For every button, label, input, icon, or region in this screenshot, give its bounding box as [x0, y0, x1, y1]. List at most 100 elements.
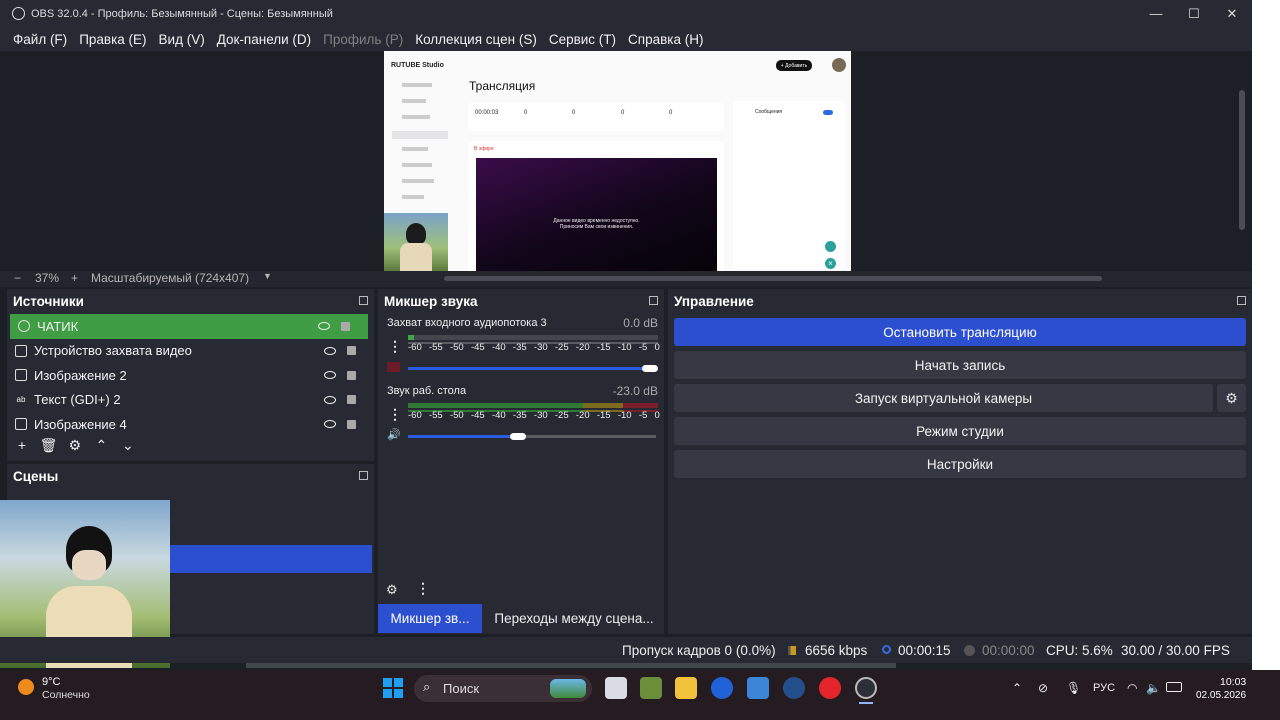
source-item-video-capture[interactable]: Устройство захвата видео [7, 339, 374, 364]
lock-icon[interactable] [347, 419, 356, 429]
source-label: Изображение 2 [34, 367, 127, 383]
battery-icon[interactable] [1166, 682, 1182, 692]
channel-db: -23.0 dB [612, 384, 658, 398]
menu-view[interactable]: Вид (V) [153, 32, 211, 47]
chevron-up-icon[interactable]: ⌃ [1012, 681, 1022, 695]
visibility-eye-icon[interactable] [324, 395, 336, 404]
clock-date[interactable]: 02.05.2026 [1196, 690, 1246, 701]
virtual-camera-button[interactable]: Запуск виртуальной камеры [674, 384, 1213, 412]
undock-icon[interactable] [359, 296, 368, 305]
zoom-app-icon[interactable] [711, 677, 733, 699]
weather-temp[interactable]: 9°C [42, 676, 60, 688]
minimize-button[interactable]: — [1137, 0, 1175, 27]
preview-vertical-scrollbar[interactable] [1239, 90, 1245, 230]
search-icon: ⌕ [423, 679, 431, 694]
lock-icon[interactable] [347, 395, 356, 405]
undock-icon[interactable] [649, 296, 658, 305]
scene-item-selected[interactable] [170, 545, 372, 573]
horizontal-scrollbar[interactable] [246, 663, 896, 668]
menu-file[interactable]: Файл (F) [7, 32, 73, 47]
speaker-icon[interactable]: 🔊 [387, 428, 401, 441]
undock-icon[interactable] [1237, 296, 1246, 305]
tab-scene-transitions[interactable]: Переходы между сцена... [486, 604, 662, 633]
source-label: ЧАТИК [37, 318, 79, 334]
image-icon [15, 369, 27, 382]
avatar-overlay-image [384, 213, 448, 271]
fps: 30.00 / 30.00 FPS [1121, 643, 1230, 658]
move-down-icon[interactable]: ⌄ [117, 436, 139, 456]
zoom-in-button[interactable]: + [71, 271, 78, 285]
source-item-image-4[interactable]: Изображение 4 [7, 412, 374, 437]
input-language[interactable]: РУС [1093, 682, 1115, 694]
volume-fader-handle[interactable] [510, 433, 526, 440]
source-item-image-2[interactable]: Изображение 2 [7, 363, 374, 388]
record-time: 00:00:00 [982, 643, 1035, 658]
start-recording-button[interactable]: Начать запись [674, 351, 1246, 379]
volume-fader[interactable] [408, 367, 656, 370]
menu-profile[interactable]: Профиль (P) [317, 32, 409, 47]
kebab-menu-icon[interactable]: ⋮ [416, 580, 430, 597]
chevron-down-icon[interactable]: ▼ [263, 271, 272, 281]
cpu-usage: CPU: 5.6% [1046, 643, 1113, 658]
volume-fader[interactable] [408, 435, 656, 438]
sources-title: Источники [13, 293, 84, 309]
volume-fader-handle[interactable] [642, 365, 658, 372]
yandex-browser-icon[interactable] [783, 677, 805, 699]
windows-start-icon[interactable] [383, 678, 403, 698]
no-network-icon[interactable]: ⊘ [1038, 681, 1048, 695]
source-label: Изображение 4 [34, 416, 127, 432]
source-item-chat[interactable]: ЧАТИК [10, 314, 368, 339]
settings-button[interactable]: Настройки [674, 450, 1246, 478]
chat-title: Сообщения [755, 109, 783, 115]
undock-icon[interactable] [359, 471, 368, 480]
lock-icon[interactable] [341, 321, 350, 331]
lock-icon[interactable] [347, 346, 356, 356]
gear-icon[interactable]: ⚙ [64, 436, 86, 456]
speaker-muted-icon[interactable] [387, 362, 400, 372]
db-scale: -60 -55 -50 -45 -40 -35 -30 -25 -20 -15 -10 -5 0 [408, 410, 660, 421]
preview-canvas[interactable]: RUTUBE Studio + Добавить Трансляция 00:0… [384, 51, 851, 271]
source-label: Текст (GDI+) 2 [34, 392, 121, 408]
menu-scene-collection[interactable]: Коллекция сцен (S) [409, 32, 543, 47]
taskbar-search[interactable]: ⌕ Поиск [414, 675, 592, 702]
menu-tools[interactable]: Сервис (T) [543, 32, 622, 47]
yandex-icon[interactable] [819, 677, 841, 699]
file-explorer-icon[interactable] [675, 677, 697, 699]
chat-close-icon: × [825, 258, 836, 269]
visibility-eye-icon[interactable] [318, 322, 330, 331]
scale-mode[interactable]: Масштабируемый (724x407) [91, 271, 249, 285]
move-up-icon[interactable]: ⌃ [90, 436, 112, 456]
visibility-eye-icon[interactable] [324, 420, 336, 429]
stop-stream-button[interactable]: Остановить трансляцию [674, 318, 1246, 346]
microphone-icon[interactable]: 🎙 [1066, 681, 1081, 695]
search-placeholder: Поиск [443, 681, 480, 696]
controls-title: Управление [674, 293, 754, 309]
volume-icon[interactable]: 🔈 [1146, 681, 1161, 695]
menu-help[interactable]: Справка (H) [622, 32, 709, 47]
task-view-icon[interactable] [605, 677, 627, 699]
add-source-icon[interactable]: + [11, 435, 33, 455]
tab-audio-mixer[interactable]: Микшер зв... [378, 604, 482, 633]
gear-icon[interactable]: ⚙ [386, 582, 398, 598]
kebab-menu-icon[interactable]: ⋮ [388, 406, 402, 423]
menu-docks[interactable]: Док-панели (D) [211, 32, 317, 47]
minecraft-icon[interactable] [640, 677, 662, 699]
obs-taskbar-icon[interactable] [855, 677, 877, 699]
kebab-menu-icon[interactable]: ⋮ [388, 338, 402, 355]
studio-mode-button[interactable]: Режим студии [674, 417, 1246, 445]
visibility-eye-icon[interactable] [324, 371, 336, 380]
clock-time[interactable]: 10:03 [1220, 676, 1246, 688]
weather-desc[interactable]: Солнечно [42, 689, 90, 701]
source-item-text-2[interactable]: ab Текст (GDI+) 2 [7, 388, 374, 413]
outlook-icon[interactable] [747, 677, 769, 699]
trash-icon[interactable]: 🗑 [37, 436, 59, 456]
wifi-icon[interactable]: ◠ [1127, 681, 1137, 695]
visibility-eye-icon[interactable] [324, 346, 336, 355]
maximize-button[interactable]: ☐ [1175, 0, 1213, 27]
menu-edit[interactable]: Правка (E) [73, 32, 152, 47]
preview-horizontal-scrollbar[interactable] [444, 276, 1102, 281]
zoom-out-button[interactable]: − [14, 271, 21, 285]
lock-icon[interactable] [347, 370, 356, 380]
close-button[interactable]: ✕ [1213, 0, 1251, 27]
gear-icon[interactable]: ⚙ [1217, 384, 1246, 412]
